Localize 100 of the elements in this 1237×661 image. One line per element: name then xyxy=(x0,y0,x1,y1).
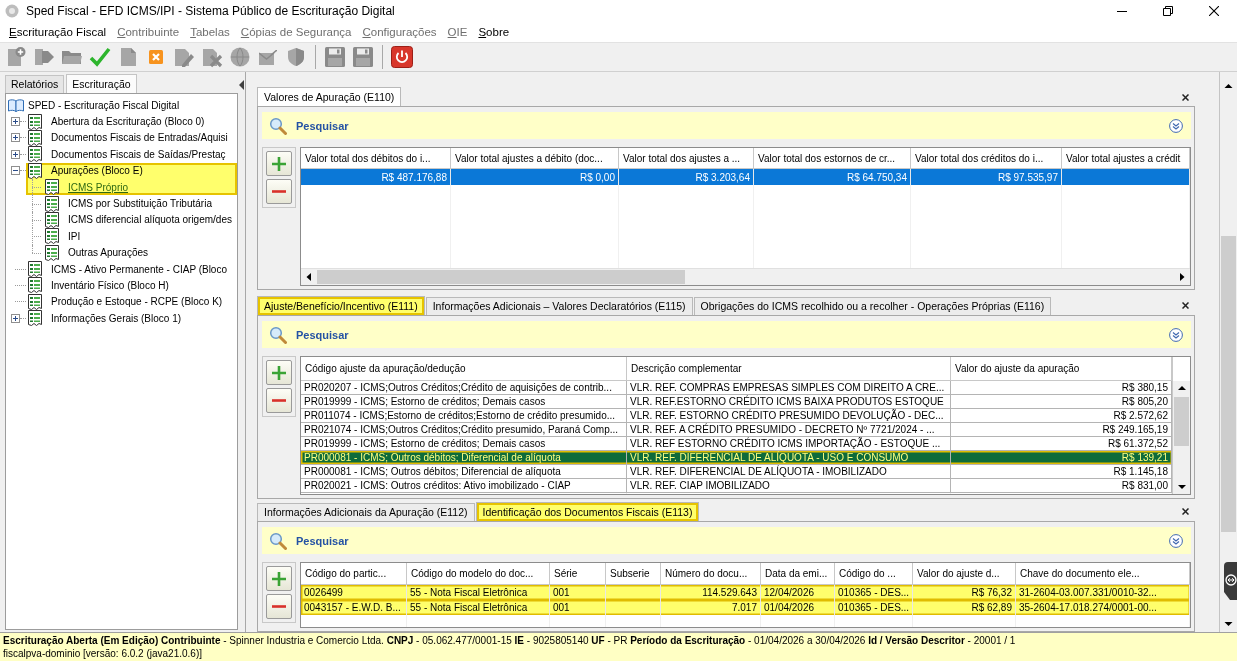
add-button[interactable] xyxy=(266,360,292,385)
panel-tab[interactable]: Identificação dos Documentos Fiscais (E113) xyxy=(475,502,700,521)
search-bar[interactable]: Pesquisar xyxy=(262,527,1191,554)
envelope-icon xyxy=(259,49,277,65)
table-cell: R$ 1.145,18 xyxy=(951,465,1172,478)
column-header[interactable]: Descrição complementar xyxy=(627,357,951,380)
window-title: Sped Fiscal - EFD ICMS/IPI - Sistema Público de Escrituração Digital xyxy=(26,4,395,18)
sheet-icon xyxy=(28,162,42,179)
table-row[interactable]: PR000081 - ICMS; Outros débitos; Diferencial de alíquota VLR. REF. DIFERENCIAL DE ALÍQUOTA - IMOBILIZADO R$ 1.145,18 xyxy=(301,465,1172,479)
minus-box-icon[interactable] xyxy=(11,166,20,176)
close-button[interactable] xyxy=(1180,91,1191,103)
panel-tab[interactable]: Ajuste/Benefício/Incentivo (E111) xyxy=(257,296,425,315)
menu-item[interactable]: Escrituração Fiscal xyxy=(9,26,107,38)
panel-tab[interactable]: Informações Adicionais – Valores Declaratórios (E115) xyxy=(425,297,693,315)
column-header[interactable]: Valor total dos débitos do i... xyxy=(301,148,451,168)
panel-tab[interactable]: Valores de Apuração (E110) xyxy=(257,87,402,106)
sheet-icon xyxy=(28,293,42,310)
column-header[interactable]: Código do modelo do doc... xyxy=(407,563,550,584)
table-row[interactable]: PR011074 - ICMS;Estorno de créditos;Estorno de crédito presumido... VLR. REF. ESTORNO CRÉDITO PRESUMIDO DEVOLUÇÃO - DEC... R$ 2.572,62 xyxy=(301,409,1172,423)
vertical-scrollbar[interactable] xyxy=(1173,381,1190,494)
document-plus-icon xyxy=(5,46,27,68)
column-header[interactable]: Valor do ajuste da apuração xyxy=(951,357,1172,380)
menu-item[interactable]: Sobre xyxy=(478,26,510,38)
status-text: Escrituração Aberta (Em Edição) Contribuinte - Spinner Industria e Comercio Ltda. CNPJ - 05.062.477/0001-15 IE - 9025805140 UF - PR Período da Escrituração - 01/04/2026 a 30/04/2026 Id / Versão Descritor - 20001 / 1 xyxy=(3,634,1017,647)
tree-item[interactable]: ICMS diferencial alíquota origem/des xyxy=(26,211,237,229)
table-row[interactable]: PR019999 - ICMS; Estorno de créditos; Demais casos VLR. REF.ESTORNO CRÉDITO ICMS BAIXA PRODUTOS ESTOQUE R$ 805,20 xyxy=(301,395,1172,409)
tree-item[interactable]: Documentos Fiscais de Entradas/Aquisi xyxy=(26,129,237,147)
table-row[interactable]: PR020021 - ICMS: Outros créditos: Ativo imobilizado - CIAP VLR. REF. CIAP IMOBILIZADO R$ 831,00 xyxy=(301,479,1172,493)
table-row[interactable]: PR020207 - ICMS;Outros Créditos;Crédito de aquisições de contrib... VLR. REF. COMPRAS EMPRESAS SIMPLES COM DIREITO A CRE... R$ 380,15 xyxy=(301,381,1172,395)
check-icon xyxy=(89,46,111,68)
tree-item[interactable]: Abertura da Escrituração (Bloco 0) xyxy=(26,113,237,130)
table-cell: R$ 64.750,34 xyxy=(754,169,911,185)
scroll-thumb[interactable] xyxy=(1174,397,1189,447)
search-bar[interactable]: Pesquisar xyxy=(262,321,1191,348)
tree-item[interactable]: Documentos Fiscais de Saídas/Prestaç xyxy=(26,146,237,163)
column-header[interactable]: Valor total ajustes a débito (doc... xyxy=(451,148,619,168)
tree-item[interactable]: IPI xyxy=(26,228,237,245)
restore-icon xyxy=(1163,6,1173,16)
column-header[interactable]: Valor do ajuste d... xyxy=(913,563,1016,584)
sheet-icon xyxy=(28,129,42,146)
left-triangle-icon[interactable] xyxy=(239,80,244,90)
table-row[interactable]: PR000081 - ICMS; Outros débitos; Diferencial de alíquota VLR. REF. DIFERENCIAL DE ALÍQUOTA - USO E CONSUMO R$ 139,21 xyxy=(301,451,1172,465)
panel-tab[interactable]: Obrigações do ICMS recolhido ou a recolher - Operações Próprias (E116) xyxy=(693,297,1052,315)
sheet-icon xyxy=(45,195,59,212)
sidebar-tab[interactable]: Escrituração xyxy=(66,74,137,93)
column-header[interactable]: Subserie xyxy=(606,563,661,584)
close-button[interactable] xyxy=(1180,506,1191,517)
minus-icon xyxy=(272,190,286,193)
close-button[interactable] xyxy=(1180,300,1191,311)
double-arrow-tab-icon[interactable] xyxy=(1222,562,1237,600)
table-row[interactable]: PR021074 - ICMS;Outros Créditos;Crédito presumido, Paraná Comp... VLR. REF. A CRÉDITO PRESUMIDO - DECRETO Nº 7721/2024 - ... R$ 249.165,19 xyxy=(301,423,1172,437)
plus-icon xyxy=(272,571,286,586)
plus-box-icon[interactable] xyxy=(11,133,20,143)
add-button[interactable] xyxy=(266,566,292,591)
panel-tab[interactable]: Informações Adicionais da Apuração (E112) xyxy=(257,503,475,521)
table-cell: VLR. REF. COMPRAS EMPRESAS SIMPLES COM DIREITO A CRE... xyxy=(627,381,951,394)
table-row[interactable]: 0026499 55 - Nota Fiscal Eletrônica 001 114.529.643 12/04/2026 010365 - DES... R$ 76,32 31-2604-03.007.331/0010-32... xyxy=(301,585,1190,600)
sheet-icon xyxy=(28,277,42,294)
sheet-icon xyxy=(45,211,59,228)
minus-icon xyxy=(272,399,286,402)
tree-item[interactable]: SPED - Escrituração Fiscal Digital xyxy=(8,97,237,114)
column-header[interactable]: Chave do documento ele... xyxy=(1016,563,1190,584)
column-header[interactable]: Série xyxy=(550,563,606,584)
table-row[interactable]: 0043157 - E.W.D. B... 55 - Nota Fiscal Eletrônica 001 7.017 01/04/2026 010365 - DES... R$ 62,89 35-2604-17.018.274/0001-00... xyxy=(301,600,1190,615)
table-cell: VLR. REF. DIFERENCIAL DE ALÍQUOTA - USO E CONSUMO xyxy=(627,451,951,464)
column-header[interactable]: Valor total dos ajustes a ... xyxy=(619,148,754,168)
tree-item[interactable]: Produção e Estoque - RCPE (Bloco K) xyxy=(26,293,237,311)
horizontal-scrollbar[interactable] xyxy=(301,268,1190,285)
tree-item[interactable]: Informações Gerais (Bloco 1) xyxy=(26,310,237,327)
add-button[interactable] xyxy=(266,151,292,176)
tree-item[interactable]: Outras Apurações xyxy=(26,244,237,261)
column-header[interactable]: Valor total dos créditos do i... xyxy=(911,148,1062,168)
sidebar-tab[interactable]: Relatórios xyxy=(5,75,65,93)
column-header[interactable]: Código ajuste da apuração/dedução xyxy=(301,357,627,380)
scroll-thumb[interactable] xyxy=(317,270,685,284)
tree-item[interactable]: Apurações (Bloco E) xyxy=(26,162,237,179)
remove-button[interactable] xyxy=(266,388,292,413)
column-header[interactable]: Número do docu... xyxy=(661,563,761,584)
search-icon xyxy=(269,531,287,550)
column-header[interactable]: Código do partic... xyxy=(301,563,407,584)
table-cell: PR019999 - ICMS; Estorno de créditos; Demais casos xyxy=(301,395,627,408)
table-cell: VLR. REF. A CRÉDITO PRESUMIDO - DECRETO Nº 7721/2024 - ... xyxy=(627,423,951,436)
column-header[interactable]: Valor total dos estornos de cr... xyxy=(754,148,911,168)
plus-box-icon[interactable] xyxy=(11,149,20,159)
table-row[interactable]: R$ 487.176,88 R$ 0,00 R$ 3.203,64 R$ 64.750,34 R$ 97.535,97 xyxy=(301,169,1190,185)
search-bar[interactable]: Pesquisar xyxy=(262,112,1191,139)
scroll-thumb[interactable] xyxy=(1221,236,1236,532)
column-header[interactable]: Data da emi... xyxy=(761,563,835,584)
table-cell: PR021074 - ICMS;Outros Créditos;Crédito presumido, Paraná Comp... xyxy=(301,423,627,436)
remove-button[interactable] xyxy=(266,179,292,204)
table-cell: 55 - Nota Fiscal Eletrônica xyxy=(407,600,550,615)
plus-box-icon[interactable] xyxy=(11,117,20,127)
tree-item[interactable]: ICMS - Ativo Permanente - CIAP (Bloco xyxy=(26,260,237,278)
table-cell: VLR. REF. CIAP IMOBILIZADO xyxy=(627,479,951,492)
column-header[interactable]: Código do ... xyxy=(835,563,913,584)
remove-button[interactable] xyxy=(266,594,292,619)
toolbar-button[interactable] xyxy=(389,44,415,70)
tree-item[interactable]: ICMS por Substituição Tributária xyxy=(26,195,237,212)
plus-box-icon[interactable] xyxy=(11,313,20,323)
tree-item[interactable]: Inventário Físico (Bloco H) xyxy=(26,277,237,294)
